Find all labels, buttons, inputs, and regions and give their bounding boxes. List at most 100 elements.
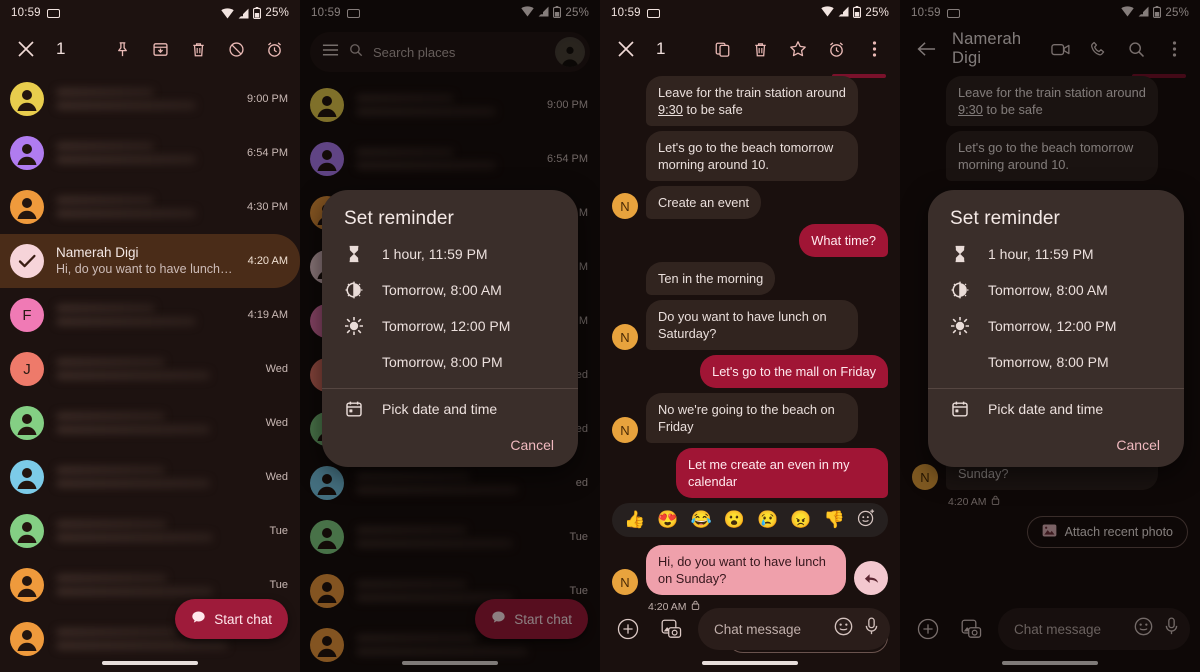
dialog-title: Set reminder bbox=[950, 208, 1060, 229]
reaction-emoji[interactable]: 👎 bbox=[824, 510, 845, 530]
reminder-option-label: Tomorrow, 8:00 AM bbox=[988, 282, 1108, 298]
message-bubble[interactable]: Leave for the train station around 9:30 … bbox=[646, 76, 858, 126]
conversation-row[interactable]: J Wed bbox=[0, 342, 300, 396]
pick-date-and-time-option[interactable]: Pick date and time bbox=[928, 391, 1184, 427]
reaction-emoji[interactable]: 😢 bbox=[757, 510, 778, 530]
conversation-timestamp: 6:54 PM bbox=[247, 147, 288, 159]
reminder-option-1[interactable]: Tomorrow, 8:00 AM bbox=[322, 272, 578, 308]
reaction-emoji[interactable]: 😂 bbox=[691, 510, 712, 530]
reaction-emoji[interactable]: 👍 bbox=[624, 510, 645, 530]
message-row[interactable]: N Create an event bbox=[612, 186, 888, 219]
reminder-option-label: Tomorrow, 8:00 AM bbox=[382, 282, 502, 298]
conversation-row-selected[interactable]: Namerah Digi Hi, do you want to have lunc… bbox=[0, 234, 300, 288]
message-row[interactable]: Let me create an even in my calendar bbox=[612, 448, 888, 498]
reminder-option-3[interactable]: Tomorrow, 8:00 PM bbox=[322, 344, 578, 380]
reminder-option-0[interactable]: 1 hour, 11:59 PM bbox=[928, 236, 1184, 272]
message-row[interactable]: Ten in the morning bbox=[612, 262, 888, 295]
reminder-option-0[interactable]: 1 hour, 11:59 PM bbox=[322, 236, 578, 272]
reaction-emoji[interactable]: 😠 bbox=[790, 510, 811, 530]
gallery-camera-icon[interactable] bbox=[654, 611, 690, 647]
panel-message-selected: 10:59 25% 1 Leave for the train station … bbox=[600, 0, 900, 672]
emoji-icon[interactable] bbox=[834, 617, 853, 641]
snooze-icon[interactable] bbox=[256, 31, 292, 67]
start-chat-fab[interactable]: Start chat bbox=[175, 599, 288, 639]
avatar[interactable] bbox=[10, 568, 44, 602]
tv-cast-icon bbox=[646, 8, 660, 18]
conversation-row[interactable]: Wed bbox=[0, 450, 300, 504]
reaction-emoji[interactable]: 😮 bbox=[724, 510, 745, 530]
set-reminder-dialog: Set reminder 1 hour, 11:59 PM Tomorrow, 8:… bbox=[322, 190, 578, 467]
copy-icon[interactable] bbox=[704, 31, 740, 67]
reply-icon[interactable] bbox=[854, 561, 888, 595]
reminder-option-3[interactable]: Tomorrow, 8:00 PM bbox=[928, 344, 1184, 380]
message-bubble[interactable]: No we're going to the beach on Friday bbox=[646, 393, 858, 443]
reaction-emoji[interactable]: 😍 bbox=[657, 510, 678, 530]
close-icon[interactable] bbox=[608, 31, 644, 67]
reminder-option-2[interactable]: Tomorrow, 12:00 PM bbox=[928, 308, 1184, 344]
reminder-option-2[interactable]: Tomorrow, 12:00 PM bbox=[322, 308, 578, 344]
message-row[interactable]: N Do you want to have lunch on Saturday? bbox=[612, 300, 888, 350]
pick-date-and-time-option[interactable]: Pick date and time bbox=[322, 391, 578, 427]
cancel-button[interactable]: Cancel bbox=[322, 427, 578, 457]
reaction-bar[interactable]: 👍 😍 😂 😮 😢 😠 👎 bbox=[612, 503, 888, 537]
message-row[interactable]: N Hi, do you want to have lunch on Sunda… bbox=[612, 545, 888, 595]
message-row[interactable]: Let's go to the beach tomorrow morning a… bbox=[612, 131, 888, 181]
message-bubble[interactable]: Do you want to have lunch on Saturday? bbox=[646, 300, 858, 350]
avatar[interactable]: J bbox=[10, 352, 44, 386]
snooze-icon[interactable] bbox=[818, 31, 854, 67]
avatar[interactable] bbox=[10, 244, 44, 278]
highlighted-message-bubble[interactable]: Hi, do you want to have lunch on Sunday? bbox=[646, 545, 846, 595]
avatar[interactable] bbox=[10, 406, 44, 440]
conversation-timestamp: Wed bbox=[265, 417, 288, 429]
close-icon[interactable] bbox=[8, 31, 44, 67]
conversation-row[interactable]: 9:00 PM bbox=[0, 72, 300, 126]
pin-icon[interactable] bbox=[104, 31, 140, 67]
conversation-row[interactable]: 6:54 PM bbox=[0, 126, 300, 180]
delete-icon[interactable] bbox=[742, 31, 778, 67]
message-bubble[interactable]: Ten in the morning bbox=[646, 262, 776, 295]
message-row[interactable]: What time? bbox=[612, 224, 888, 257]
pick-date-and-time-label: Pick date and time bbox=[988, 401, 1104, 417]
message-selection-app-bar: 1 bbox=[600, 26, 900, 72]
cancel-button[interactable]: Cancel bbox=[928, 427, 1184, 457]
conversation-timestamp: Tue bbox=[269, 579, 288, 591]
message-bubble[interactable]: What time? bbox=[799, 224, 888, 257]
conversation-list[interactable]: 9:00 PM 6:54 PM 4:30 PM Namerah Digi Hi, do … bbox=[0, 72, 300, 666]
conversation-row[interactable]: Tue bbox=[0, 504, 300, 558]
add-reaction-icon[interactable] bbox=[857, 508, 876, 532]
message-bubble[interactable]: Let me create an even in my calendar bbox=[676, 448, 888, 498]
message-row[interactable]: N No we're going to the beach on Friday bbox=[612, 393, 888, 443]
archive-icon[interactable] bbox=[142, 31, 178, 67]
message-row[interactable]: Let's go to the mall on Friday bbox=[612, 355, 888, 388]
avatar[interactable] bbox=[10, 514, 44, 548]
avatar[interactable]: F bbox=[10, 298, 44, 332]
hourglass-icon bbox=[344, 245, 364, 263]
message-bubble[interactable]: Let's go to the mall on Friday bbox=[700, 355, 888, 388]
overflow-menu-icon[interactable] bbox=[856, 31, 892, 67]
conversation-row[interactable]: Wed bbox=[0, 396, 300, 450]
block-icon[interactable] bbox=[218, 31, 254, 67]
message-bubble[interactable]: Let's go to the beach tomorrow morning a… bbox=[646, 131, 858, 181]
system-nav-bar bbox=[102, 661, 198, 665]
conversation-row[interactable]: 4:30 PM bbox=[0, 180, 300, 234]
delete-icon[interactable] bbox=[180, 31, 216, 67]
message-row[interactable]: Leave for the train station around 9:30 … bbox=[612, 76, 888, 126]
selection-count: 1 bbox=[656, 39, 666, 58]
plus-icon[interactable] bbox=[610, 611, 646, 647]
star-icon[interactable] bbox=[780, 31, 816, 67]
avatar[interactable] bbox=[10, 82, 44, 116]
message-bubble[interactable]: Create an event bbox=[646, 186, 762, 219]
conversation-row[interactable]: F 4:19 AM bbox=[0, 288, 300, 342]
avatar[interactable] bbox=[10, 622, 44, 656]
blurred-snippet bbox=[56, 155, 196, 164]
avatar[interactable] bbox=[10, 136, 44, 170]
avatar[interactable] bbox=[10, 190, 44, 224]
chat-bubble-icon bbox=[191, 610, 206, 628]
composer: Chat message bbox=[600, 608, 900, 650]
reminder-option-1[interactable]: Tomorrow, 8:00 AM bbox=[928, 272, 1184, 308]
avatar[interactable] bbox=[10, 460, 44, 494]
calendar-icon bbox=[950, 400, 970, 418]
chat-message-input[interactable]: Chat message bbox=[698, 608, 890, 650]
reminder-option-label: Tomorrow, 8:00 PM bbox=[988, 354, 1109, 370]
microphone-icon[interactable] bbox=[863, 617, 880, 641]
